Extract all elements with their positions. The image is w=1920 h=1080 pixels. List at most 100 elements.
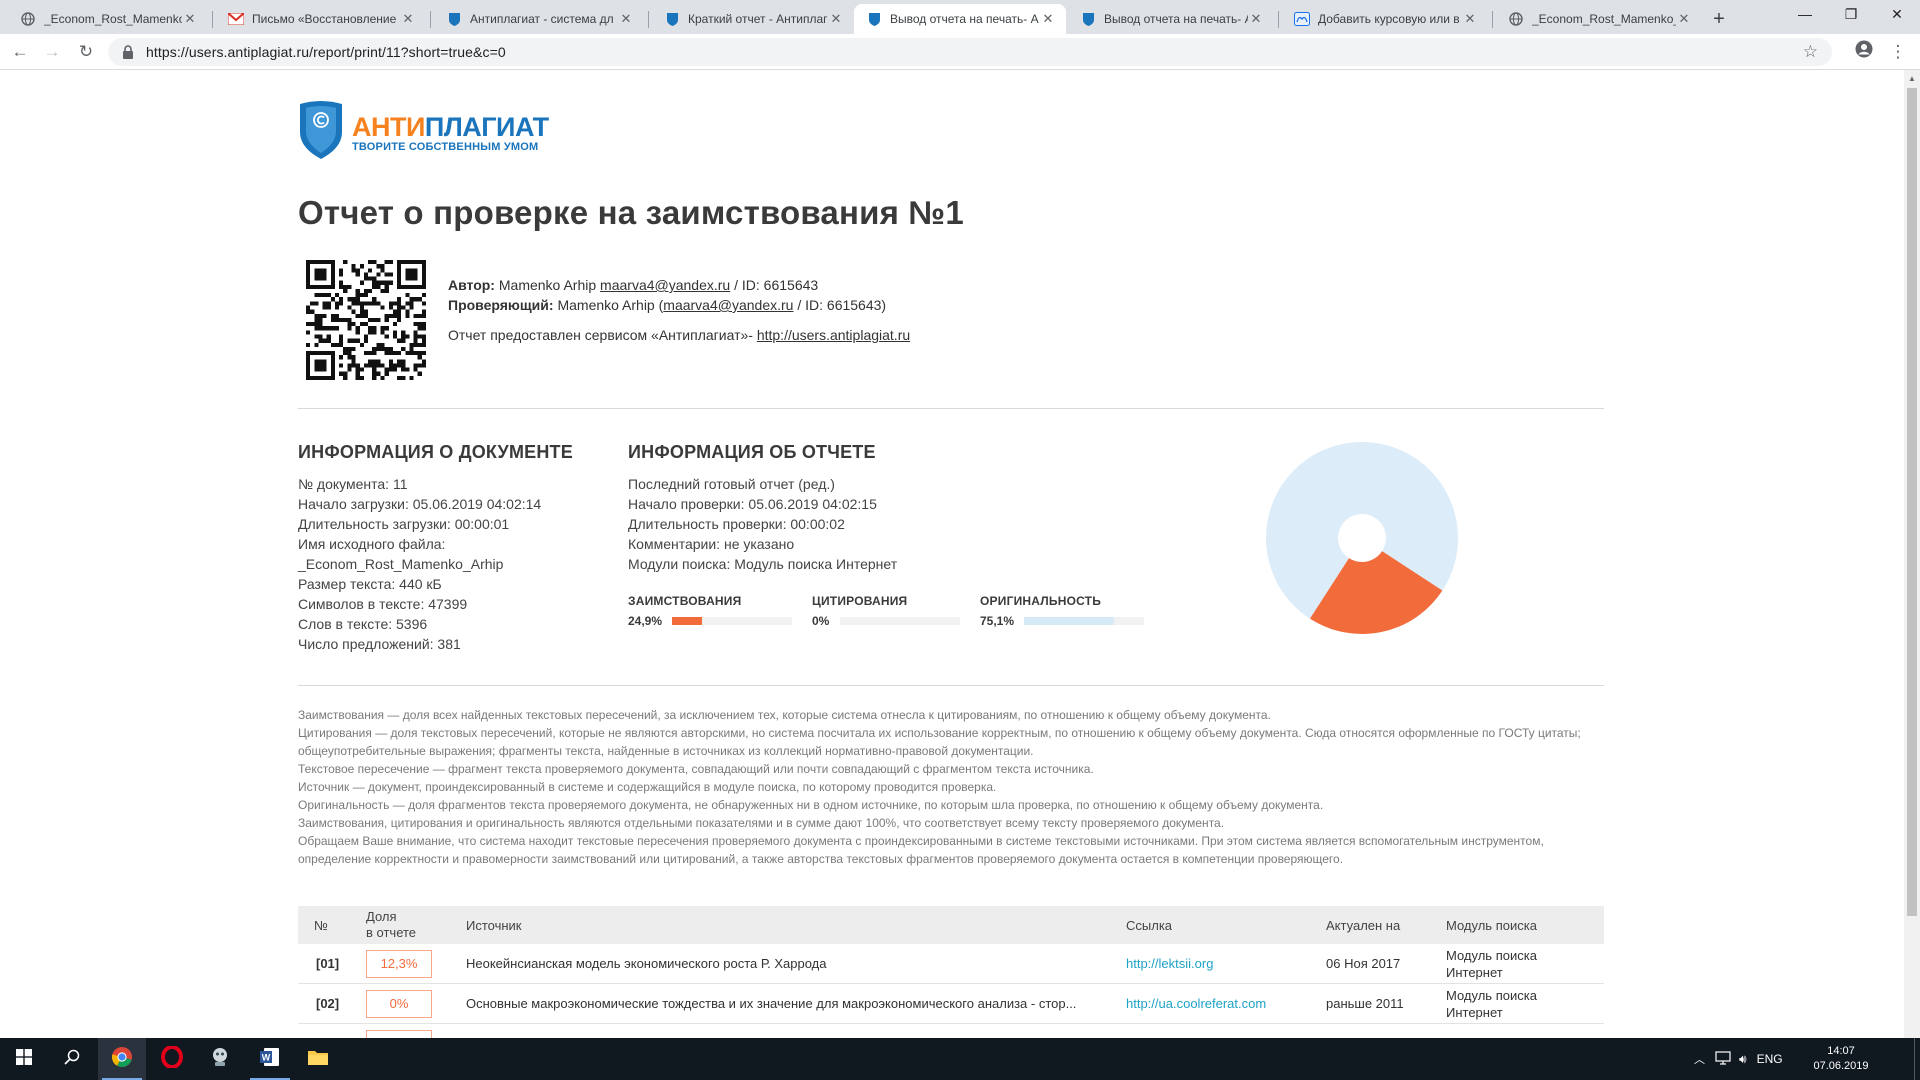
forward-button[interactable]: →: [40, 40, 64, 64]
antiplagiat-shield-icon: [446, 11, 462, 27]
provided-by-line: Отчет предоставлен сервисом «Антиплагиат…: [448, 325, 910, 345]
row-source[interactable]: Неокейнсианская модель экономического ро…: [466, 956, 1126, 971]
browser-tab-1[interactable]: _Econom_Rost_Mamenko_A ✕: [8, 4, 208, 34]
info-line: Длительность загрузки: 00:00:01: [298, 516, 510, 532]
col-header-source: Источник: [466, 917, 522, 933]
share-badge[interactable]: 0%: [366, 989, 432, 1018]
taskbar-search-button[interactable]: [48, 1038, 96, 1080]
col-header-share: Доля в отчете: [366, 909, 466, 941]
browser-tab-5-active[interactable]: Вывод отчета на печать- А ✕: [854, 4, 1066, 34]
profile-button[interactable]: [1852, 40, 1876, 64]
globe-icon: [1508, 11, 1524, 27]
back-button[interactable]: ←: [8, 40, 32, 64]
stat-bar-fill: [672, 617, 702, 625]
definition-note: Обращаем Ваше внимание, что система нахо…: [298, 834, 1544, 866]
reviewer-label: Проверяющий:: [448, 297, 554, 313]
menu-button[interactable]: ⋮: [1886, 40, 1910, 64]
reload-button[interactable]: ↻: [74, 40, 98, 64]
report-info-list: Последний готовый отчет (ред.) Начало про…: [628, 474, 897, 574]
windows-taskbar: W ︿ 🔊︎ ENG 14:07 07.06.2019: [0, 1038, 1920, 1080]
tab-strip: _Econom_Rost_Mamenko_A ✕ Письмо «Восстан…: [0, 0, 1920, 34]
browser-tab-8[interactable]: _Econom_Rost_Mamenko_A ✕: [1496, 4, 1702, 34]
volume-icon[interactable]: 🔊︎: [1739, 1052, 1747, 1067]
browser-tab-2[interactable]: Письмо «Восстановление ✕: [216, 4, 426, 34]
show-desktop-button[interactable]: [1914, 1038, 1920, 1080]
bookmark-star-icon[interactable]: ☆: [1803, 42, 1818, 62]
taskbar-file-explorer[interactable]: [294, 1038, 342, 1080]
new-tab-button[interactable]: +: [1706, 6, 1732, 32]
antiplagiat-site-link[interactable]: http://users.antiplagiat.ru: [757, 327, 910, 343]
share-badge[interactable]: 2,45%: [366, 1029, 432, 1038]
close-icon[interactable]: ✕: [618, 11, 634, 27]
originality-donut-chart: [1266, 442, 1458, 634]
row-share: 12,3%: [366, 949, 466, 978]
author-email-link[interactable]: maarva4@yandex.ru: [600, 277, 730, 293]
close-icon[interactable]: ✕: [1040, 11, 1056, 27]
provided-by-text: Отчет предоставлен сервисом «Антиплагиат…: [448, 327, 753, 343]
arrow-left-icon: ←: [11, 42, 29, 61]
browser-tab-6[interactable]: Вывод отчета на печать- А ✕: [1068, 4, 1274, 34]
close-icon[interactable]: ✕: [182, 11, 198, 27]
share-badge[interactable]: 12,3%: [366, 949, 432, 978]
source-link[interactable]: http://lektsii.org: [1126, 956, 1213, 971]
arrow-right-icon: →: [43, 42, 61, 61]
reviewer-email-link[interactable]: maarva4@yandex.ru: [663, 297, 793, 313]
tab-separator: [1492, 11, 1493, 28]
scrollbar-thumb[interactable]: [1907, 88, 1917, 916]
browser-tab-4[interactable]: Краткий отчет - Антиплаг ✕: [652, 4, 854, 34]
row-module: Модуль поиска Интернет: [1446, 947, 1596, 981]
table-row[interactable]: [02] 0% Основные макроэкономические тождес…: [298, 984, 1604, 1024]
close-icon[interactable]: ✕: [400, 11, 416, 27]
author-name: Mamenko Arhip: [498, 277, 597, 293]
info-line: Начало проверки: 05.06.2019 04:02:15: [628, 496, 877, 512]
gmail-icon: [228, 11, 244, 27]
scroll-up-arrow-icon[interactable]: ▲: [1908, 74, 1916, 83]
page-scrollbar[interactable]: ▲: [1904, 70, 1920, 1038]
browser-tab-7[interactable]: Добавить курсовую или в ✕: [1282, 4, 1488, 34]
info-line: Символов в тексте: 47399: [298, 596, 468, 612]
table-row[interactable]: [01] 12,3% Неокейнсианская модель экономич…: [298, 944, 1604, 984]
search-icon: [64, 1049, 80, 1070]
definition-note: Текстовое пересечение — фрагмент текста …: [298, 762, 1094, 776]
tab-separator: [648, 11, 649, 28]
restore-button[interactable]: ❐: [1828, 0, 1874, 30]
tab-title: Вывод отчета на печать- А: [890, 12, 1039, 26]
close-icon[interactable]: ✕: [828, 11, 844, 27]
chevron-up-icon[interactable]: ︿: [1694, 1051, 1705, 1067]
close-icon[interactable]: ✕: [1248, 11, 1264, 27]
definition-note: Заимствования — доля всех найденных текс…: [298, 708, 1271, 722]
close-icon[interactable]: ✕: [1462, 11, 1478, 27]
definition-note: Заимствования, цитирования и оригинально…: [298, 816, 1225, 830]
close-window-button[interactable]: ✕: [1874, 0, 1920, 30]
info-line: Модули поиска: Модуль поиска Интернет: [628, 556, 898, 572]
source-link[interactable]: http://ua.coolreferat.com: [1126, 996, 1266, 1011]
taskbar-chrome[interactable]: [98, 1038, 146, 1080]
row-source[interactable]: Основные макроэкономические тождества и …: [466, 996, 1126, 1011]
browser-tab-3[interactable]: Антиплагиат - система дл ✕: [434, 4, 644, 34]
taskbar-clock[interactable]: 14:07 07.06.2019: [1806, 1044, 1876, 1074]
site-icon: [1294, 11, 1310, 27]
row-module: Модуль поиска Интернет: [1446, 987, 1596, 1021]
row-module-line2: Интернет: [1446, 964, 1503, 980]
browser-toolbar: ← → ↻ https://users.antiplagiat.ru/repor…: [0, 34, 1920, 70]
row-link[interactable]: http://ua.coolreferat.com: [1126, 996, 1326, 1011]
reviewer-id: / ID: 6615643): [797, 297, 887, 313]
taskbar-word[interactable]: W: [246, 1038, 294, 1080]
info-line: Размер текста: 440 кБ: [298, 576, 442, 592]
taskbar-opera[interactable]: [148, 1038, 196, 1080]
network-icon[interactable]: [1715, 1050, 1731, 1068]
tab-title: Антиплагиат - система дл: [470, 12, 614, 26]
table-row[interactable]: [03]2,45%2011Модуль поиска: [298, 1024, 1604, 1038]
row-link[interactable]: http://lektsii.org: [1126, 956, 1326, 971]
start-button[interactable]: [0, 1038, 48, 1080]
close-icon[interactable]: ✕: [1676, 11, 1692, 27]
language-indicator[interactable]: ENG: [1757, 1052, 1783, 1066]
antiplagiat-shield-icon: [866, 11, 882, 27]
row-number: [02]: [316, 996, 340, 1011]
stat-originality: ОРИГИНАЛЬНОСТЬ 75,1%: [980, 594, 1144, 628]
divider: [298, 685, 1604, 686]
minimize-button[interactable]: —: [1782, 0, 1828, 30]
taskbar-app[interactable]: [196, 1038, 244, 1080]
info-line: Имя исходного файла:: [298, 536, 446, 552]
address-bar[interactable]: https://users.antiplagiat.ru/report/prin…: [108, 38, 1832, 66]
